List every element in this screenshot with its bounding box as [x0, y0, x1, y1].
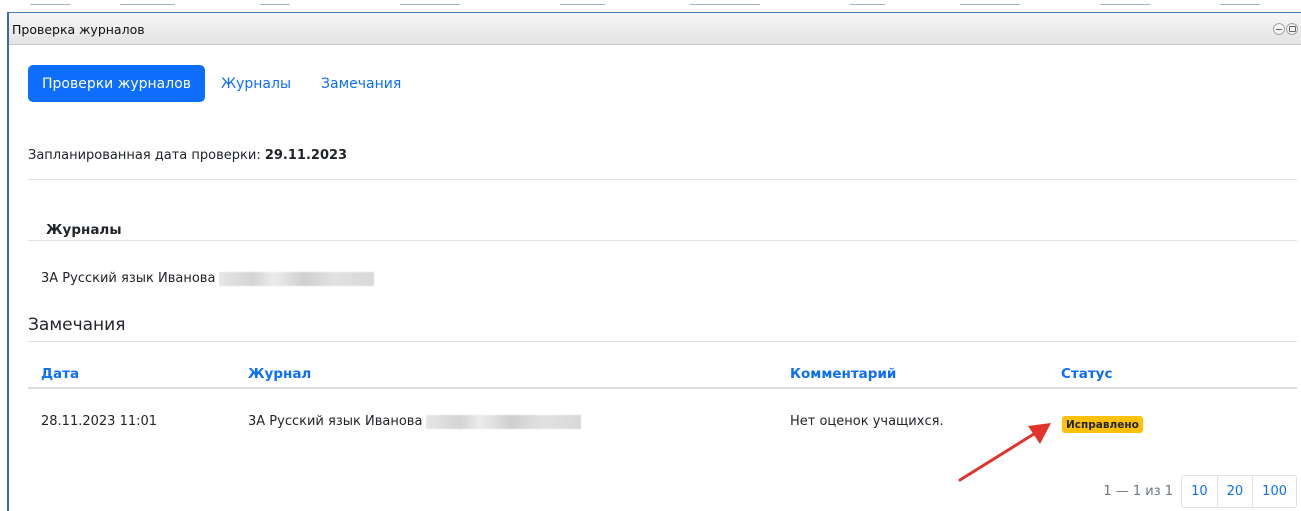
- tab-journal-checks[interactable]: Проверки журналов: [28, 65, 206, 102]
- tab-remarks[interactable]: Замечания: [307, 65, 415, 102]
- journal-name: 3А Русский язык Иванова: [41, 271, 216, 286]
- tab-journals[interactable]: Журналы: [207, 65, 305, 102]
- window-content: Проверки журналов Журналы Замечания Запл…: [9, 46, 1301, 511]
- window-titlebar[interactable]: Проверка журналов: [9, 13, 1301, 45]
- divider: [28, 240, 1297, 241]
- planned-check-date: Запланированная дата проверки: 29.11.202…: [28, 148, 347, 163]
- redacted-teacher-name: [219, 271, 375, 286]
- remarks-title: Замечания: [28, 315, 126, 335]
- pagination-info: 1 — 1 из 1: [1103, 484, 1174, 499]
- redacted-teacher-name: [426, 414, 582, 429]
- page-size-10-button[interactable]: 10: [1182, 476, 1217, 507]
- page-size-20-button[interactable]: 20: [1216, 476, 1253, 507]
- status-badge: Исправлено: [1062, 416, 1143, 433]
- tab-bar: Проверки журналов Журналы Замечания: [28, 65, 415, 102]
- background-window-edge: [0, 0, 1301, 12]
- column-header-status[interactable]: Статус: [1061, 366, 1112, 382]
- divider: [28, 179, 1297, 180]
- divider: [28, 341, 1297, 342]
- window-controls: [1273, 23, 1298, 35]
- remark-date: 28.11.2023 11:01: [41, 414, 158, 429]
- column-header-date[interactable]: Дата: [41, 366, 79, 382]
- remark-journal-name: 3А Русский язык Иванова: [248, 414, 423, 429]
- journal-list-item: 3А Русский язык Иванова: [41, 271, 375, 286]
- table-header-border: [28, 387, 1297, 389]
- page-size-100-button[interactable]: 100: [1252, 476, 1296, 507]
- planned-date-value: 29.11.2023: [264, 148, 348, 163]
- remark-journal: 3А Русский язык Иванова: [248, 414, 582, 429]
- pagination: 1 — 1 из 1 10 20 100: [1103, 475, 1297, 508]
- window-title: Проверка журналов: [12, 22, 145, 37]
- column-header-comment[interactable]: Комментарий: [790, 366, 896, 382]
- maximize-icon[interactable]: [1286, 23, 1298, 35]
- journal-check-window: Проверка журналов Проверки журналов Журн…: [7, 12, 1301, 511]
- remark-comment: Нет оценок учащихся.: [790, 414, 944, 429]
- minimize-icon[interactable]: [1273, 23, 1285, 35]
- page-size-group: 10 20 100: [1181, 475, 1297, 508]
- column-header-journal[interactable]: Журнал: [248, 366, 311, 382]
- annotation-arrow-icon: [958, 423, 1051, 482]
- journals-heading: Журналы: [46, 222, 122, 238]
- planned-date-label: Запланированная дата проверки:: [28, 148, 265, 163]
